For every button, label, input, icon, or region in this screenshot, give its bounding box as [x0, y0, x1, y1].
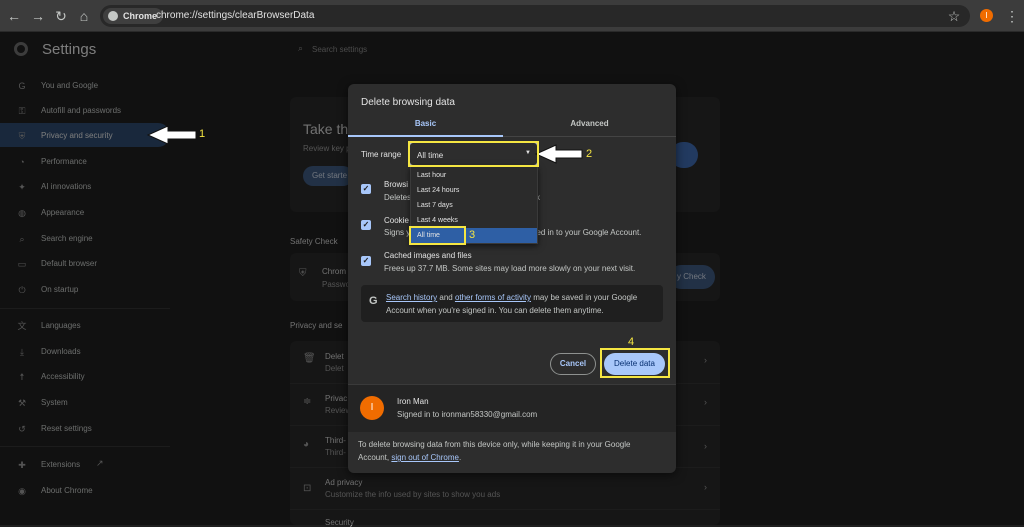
annotation-step-4: 4	[628, 336, 635, 348]
annotation-arrow-2	[534, 144, 583, 164]
annotation-arrow-1	[146, 125, 197, 145]
annotation-step-2: 2	[586, 148, 593, 160]
annotation-highlight-all-time	[409, 226, 466, 245]
annotation-step-1: 1	[199, 128, 206, 140]
annotation-layer	[146, 125, 583, 164]
annotation-highlight-time-range	[408, 141, 539, 167]
annotation-highlight-delete	[600, 348, 670, 378]
annotation-step-3: 3	[469, 229, 476, 241]
